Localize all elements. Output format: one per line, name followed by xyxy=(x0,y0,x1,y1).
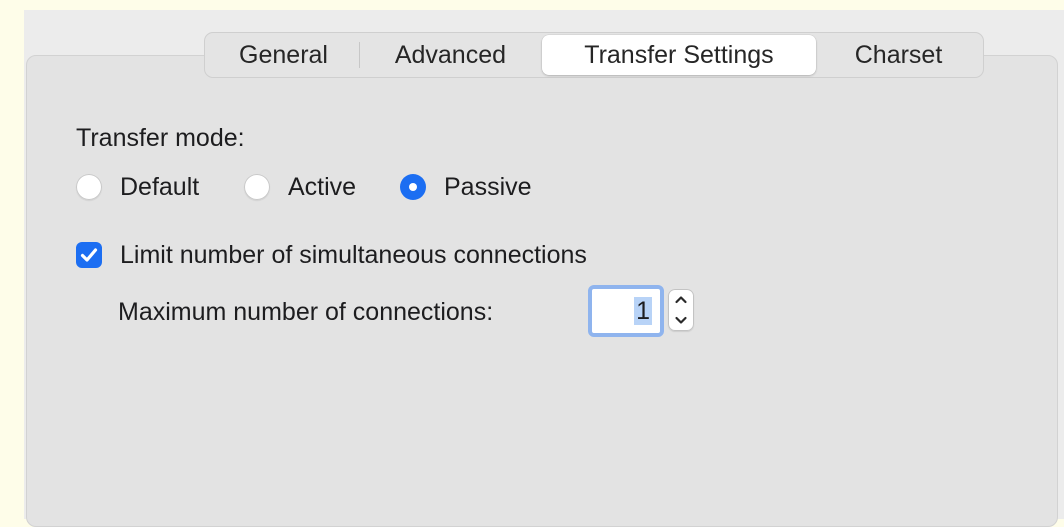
radio-default-label[interactable]: Default xyxy=(120,173,199,202)
max-connections-label: Maximum number of connections: xyxy=(118,298,494,326)
stepper-up-button[interactable] xyxy=(668,289,694,310)
tab-transfer-settings[interactable]: Transfer Settings xyxy=(541,35,817,75)
chevron-down-icon xyxy=(675,316,687,324)
transfer-mode-label: Transfer mode: xyxy=(76,124,245,152)
max-connections-stepper[interactable] xyxy=(668,289,694,331)
max-connections-value[interactable]: 1 xyxy=(634,297,652,325)
tab-advanced[interactable]: Advanced xyxy=(360,35,541,75)
radio-passive-label[interactable]: Passive xyxy=(444,173,532,202)
stepper-down-button[interactable] xyxy=(668,310,694,331)
max-connections-input[interactable]: 1 xyxy=(588,285,664,337)
chevron-up-icon xyxy=(675,296,687,304)
limit-connections-label[interactable]: Limit number of simultaneous connections xyxy=(120,241,587,270)
tab-charset[interactable]: Charset xyxy=(817,35,980,75)
radio-active[interactable] xyxy=(244,174,270,200)
checkmark-icon xyxy=(80,248,98,262)
radio-active-label[interactable]: Active xyxy=(288,173,356,202)
tab-bar: General Advanced Transfer Settings Chars… xyxy=(204,32,984,78)
tab-general[interactable]: General xyxy=(208,35,359,75)
radio-passive[interactable] xyxy=(400,174,426,200)
limit-connections-checkbox[interactable] xyxy=(76,242,102,268)
radio-default[interactable] xyxy=(76,174,102,200)
